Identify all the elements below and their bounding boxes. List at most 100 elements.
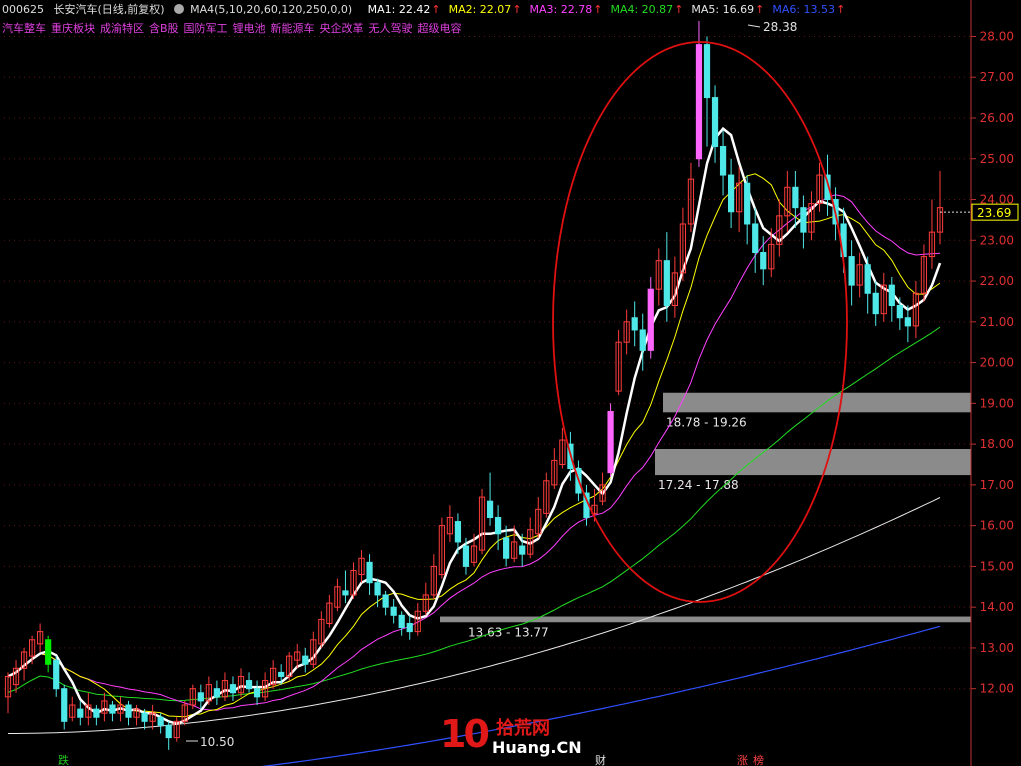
gap-zone: [440, 616, 971, 623]
candle-body: [53, 659, 60, 690]
gap-zone: [655, 449, 971, 476]
candle-body: [229, 684, 237, 694]
candle-body: [486, 500, 494, 518]
candle-body: [197, 692, 204, 702]
candle-body: [45, 639, 52, 665]
candle-body: [165, 724, 172, 739]
up-arrow-icon: ↑: [755, 3, 765, 16]
concept-tag[interactable]: 央企改革: [320, 22, 364, 35]
candle-body: [719, 146, 727, 176]
candle-body: [253, 688, 261, 698]
candlestick-chart: 18.78 - 19.2617.24 - 17.8813.63 - 13.77 …: [4, 0, 1019, 766]
candle-body: [904, 317, 911, 327]
gap-zone-label: 17.24 - 17.88: [658, 478, 739, 492]
candle-body: [896, 305, 903, 319]
candle-body: [631, 317, 638, 331]
stock-title: 长安汽车(日线,前复权): [53, 3, 165, 16]
candle-body: [888, 284, 895, 307]
low-price-label: 10.50: [200, 735, 234, 749]
y-tick-label: 17.00: [980, 478, 1014, 492]
candle-body: [213, 688, 221, 698]
y-tick-label: 23.00: [980, 233, 1014, 247]
candle-body: [302, 655, 309, 665]
candle-body: [366, 561, 373, 584]
y-tick-label: 27.00: [980, 70, 1014, 84]
ma6-value: MA6: 13.53: [772, 3, 836, 16]
candle-body: [792, 186, 799, 209]
ma5-line: [8, 497, 941, 734]
ma4-value: MA4: 20.87: [610, 3, 674, 16]
concept-tag[interactable]: 无人驾驶: [369, 22, 413, 35]
candle-body: [398, 614, 405, 629]
candle-body: [647, 288, 654, 351]
watermark-logo: 10 拾荒网 Huang.CN: [440, 712, 582, 762]
logo-en-text: Huang.CN: [492, 738, 582, 757]
last-price-label: 23.69: [977, 206, 1011, 220]
concept-tag[interactable]: 国防军工: [184, 22, 228, 35]
candle-body: [454, 521, 462, 543]
y-tick-label: 20.00: [980, 356, 1014, 370]
concept-tag[interactable]: 新能源车: [271, 22, 315, 35]
y-tick-label: 26.00: [980, 111, 1014, 125]
concept-tag[interactable]: 超级电容: [418, 22, 462, 35]
candle-body: [93, 708, 100, 718]
y-tick-label: 18.00: [980, 437, 1014, 451]
y-tick-label: 16.00: [980, 519, 1014, 533]
y-tick-label: 21.00: [980, 315, 1014, 329]
candle-body: [727, 174, 735, 213]
candle-body: [278, 671, 285, 677]
candle-body: [382, 594, 389, 608]
concept-tag[interactable]: 成渝特区: [100, 22, 144, 35]
concept-tags: 汽车整车 重庆板块 成渝特区 含B股 国防军工 锂电池 新能源车 央企改革 无人驾驶 超级电容: [2, 20, 467, 36]
up-arrow-icon: ↑: [674, 3, 684, 16]
candle-body: [752, 223, 759, 254]
concept-tag[interactable]: 汽车整车: [2, 22, 46, 35]
y-tick-label: 28.00: [980, 29, 1014, 43]
up-arrow-icon: ↑: [431, 3, 441, 16]
candle-body: [406, 622, 413, 633]
concept-tag[interactable]: 重庆板块: [51, 22, 95, 35]
candle-body: [503, 537, 510, 559]
ma3-value: MA3: 22.78: [529, 3, 593, 16]
settings-gear-icon[interactable]: MA4(5,10,20,60,120,250,0,0): [174, 3, 358, 16]
chart-header: 000625 长安汽车(日线,前复权) MA4(5,10,20,60,120,2…: [2, 1, 859, 17]
bottom-marker: 财: [595, 753, 606, 766]
ma-setting-label: MA4(5,10,20,60,120,250,0,0): [190, 3, 353, 16]
candle-body: [125, 704, 132, 718]
y-tick-label: 15.00: [980, 559, 1014, 573]
ma5-value: MA5: 16.69: [691, 3, 755, 16]
candle-body: [109, 704, 116, 714]
candle-body: [744, 182, 751, 225]
candle-body: [695, 44, 703, 160]
candle-body: [374, 582, 381, 596]
up-arrow-icon: ↑: [593, 3, 603, 16]
candle-body: [519, 545, 526, 555]
candle-body: [848, 256, 855, 286]
candle-body: [61, 688, 68, 722]
concept-tag[interactable]: 锂电池: [233, 22, 266, 35]
y-tick-label: 25.00: [980, 152, 1014, 166]
candle-body: [77, 708, 84, 718]
candle-body: [872, 292, 879, 315]
candle-body: [245, 680, 253, 690]
concept-tag[interactable]: 含B股: [149, 22, 179, 35]
candle-body: [663, 260, 670, 307]
candle-body: [607, 410, 614, 474]
y-tick-label: 22.00: [980, 274, 1014, 288]
up-arrow-icon: ↑: [512, 3, 522, 16]
candle-body: [864, 264, 871, 294]
candle-body: [342, 590, 349, 596]
candle-body: [703, 44, 711, 99]
stock-code: 000625: [2, 3, 44, 16]
logo-cn-text: 拾荒网: [496, 718, 550, 739]
candle-body: [639, 329, 646, 351]
candle-body: [711, 97, 719, 148]
candle-body: [157, 716, 164, 726]
y-tick-label: 13.00: [980, 641, 1014, 655]
candle-body: [800, 207, 807, 233]
gap-zone-label: 18.78 - 19.26: [666, 415, 747, 429]
y-tick-label: 12.00: [980, 682, 1014, 696]
candle-body: [141, 712, 148, 722]
candle-body: [462, 545, 470, 567]
bottom-marker: 跌: [58, 753, 69, 766]
